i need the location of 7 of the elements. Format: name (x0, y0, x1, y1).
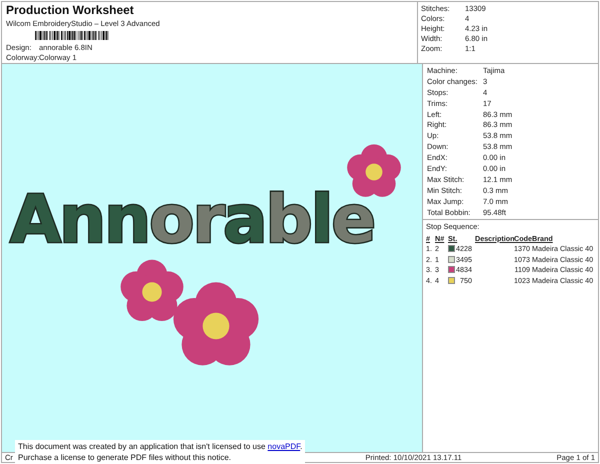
worksheet-title: Production Worksheet (6, 3, 135, 17)
flower-drawing (347, 144, 401, 197)
notice-text: This document was created by an application that isn't licensed to use novaPDF. (18, 441, 302, 452)
notice-text: Purchase a license to generate PDF files without this notice. (18, 452, 232, 463)
novapdf-link[interactable]: novaPDF (268, 442, 300, 451)
flower-drawing (120, 260, 184, 321)
embroidered-text: Annorable (10, 181, 374, 258)
